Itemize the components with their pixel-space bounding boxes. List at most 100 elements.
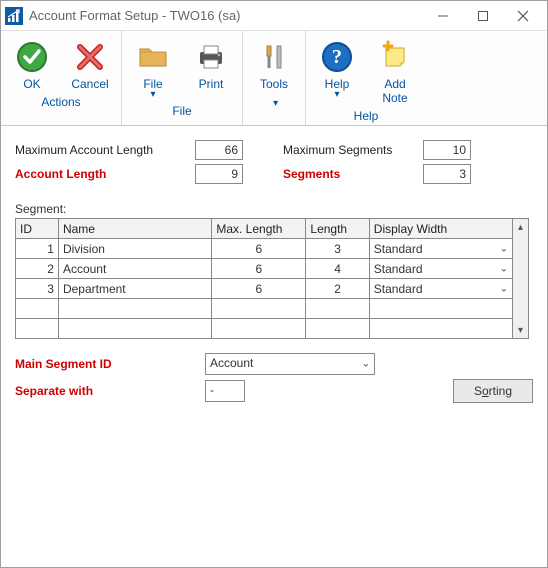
ok-label: OK	[23, 77, 40, 91]
scroll-down-icon[interactable]: ▾	[514, 322, 528, 338]
cell-disp[interactable]: Standard⌄	[369, 259, 512, 279]
cell-disp[interactable]	[369, 299, 512, 319]
check-icon	[14, 39, 50, 75]
group-title-actions: Actions	[5, 95, 117, 109]
cell-len[interactable]: 4	[306, 259, 369, 279]
separate-with-label: Separate with	[15, 384, 205, 398]
tools-label: Tools	[260, 77, 288, 91]
cell-len[interactable]	[306, 319, 369, 339]
chevron-down-icon: ⌄	[500, 263, 508, 274]
max-segments-label: Maximum Segments	[283, 143, 423, 157]
cell-name[interactable]: Account	[58, 259, 211, 279]
cell-len[interactable]	[306, 299, 369, 319]
ribbon-group-help: ? Help ▾ Add Note Help	[306, 31, 426, 125]
chevron-down-icon: ⌄	[500, 283, 508, 294]
help-icon: ?	[319, 39, 355, 75]
table-row[interactable]	[16, 319, 513, 339]
chevron-down-icon: ⌄	[362, 359, 370, 370]
cell-name[interactable]: Division	[58, 239, 211, 259]
cell-disp[interactable]: Standard⌄	[369, 239, 512, 259]
max-account-length-value: 66	[195, 140, 243, 160]
minimize-button[interactable]	[423, 2, 463, 30]
col-header-len[interactable]: Length	[306, 219, 369, 239]
table-scrollbar[interactable]: ▴ ▾	[513, 218, 529, 339]
ribbon-group-tools: Tools ▾	[243, 31, 306, 125]
group-title-tools: ▾	[247, 95, 301, 109]
cell-disp[interactable]	[369, 319, 512, 339]
cell-max[interactable]: 6	[212, 259, 306, 279]
chevron-down-icon: ▾	[150, 89, 155, 100]
segment-table-wrap: ID Name Max. Length Length Display Width…	[15, 218, 533, 339]
window-controls	[423, 2, 543, 30]
cell-id[interactable]: 1	[16, 239, 59, 259]
window-title: Account Format Setup - TWO16 (sa)	[29, 8, 423, 23]
app-window: Account Format Setup - TWO16 (sa) OK	[0, 0, 548, 568]
max-account-length-label: Maximum Account Length	[15, 143, 195, 157]
cancel-button[interactable]: Cancel	[63, 35, 117, 93]
cancel-label: Cancel	[71, 77, 108, 91]
col-header-disp[interactable]: Display Width	[369, 219, 512, 239]
cell-max[interactable]: 6	[212, 279, 306, 299]
account-length-label: Account Length	[15, 167, 195, 181]
chevron-down-icon: ▾	[334, 89, 339, 100]
col-header-name[interactable]: Name	[58, 219, 211, 239]
cell-len[interactable]: 2	[306, 279, 369, 299]
svg-text:?: ?	[332, 46, 342, 68]
group-title-file: File	[126, 104, 238, 118]
print-label: Print	[199, 77, 224, 91]
maximize-button[interactable]	[463, 2, 503, 30]
cell-max[interactable]: 6	[212, 239, 306, 259]
segment-section-label: Segment:	[15, 202, 533, 216]
cell-id[interactable]	[16, 319, 59, 339]
ribbon-group-file: File ▾ Print File	[122, 31, 243, 125]
segment-table: ID Name Max. Length Length Display Width…	[15, 218, 513, 339]
cell-name[interactable]	[58, 299, 211, 319]
cell-name[interactable]	[58, 319, 211, 339]
col-header-id[interactable]: ID	[16, 219, 59, 239]
sorting-button[interactable]: Sorting	[453, 379, 533, 403]
tools-button[interactable]: Tools	[247, 35, 301, 93]
cell-id[interactable]: 2	[16, 259, 59, 279]
print-button[interactable]: Print	[184, 35, 238, 102]
main-segment-value: Account	[210, 356, 253, 370]
tools-icon	[256, 39, 292, 75]
segments-label: Segments	[283, 167, 423, 181]
separate-with-input[interactable]: -	[205, 380, 245, 402]
ribbon-toolbar: OK Cancel Actions File ▾	[1, 31, 547, 126]
segments-input[interactable]: 3	[423, 164, 471, 184]
app-icon	[5, 7, 23, 25]
cell-id[interactable]: 3	[16, 279, 59, 299]
cell-max[interactable]	[212, 319, 306, 339]
cell-len[interactable]: 3	[306, 239, 369, 259]
x-red-icon	[72, 39, 108, 75]
ribbon-group-actions: OK Cancel Actions	[1, 31, 122, 125]
scroll-up-icon[interactable]: ▴	[514, 219, 528, 235]
account-length-input[interactable]: 9	[195, 164, 243, 184]
table-row[interactable]: 2Account64Standard⌄	[16, 259, 513, 279]
main-segment-label: Main Segment ID	[15, 357, 205, 371]
cell-id[interactable]	[16, 299, 59, 319]
printer-icon	[193, 39, 229, 75]
file-button[interactable]: File ▾	[126, 35, 180, 102]
max-segments-value: 10	[423, 140, 471, 160]
cell-disp[interactable]: Standard⌄	[369, 279, 512, 299]
group-title-help: Help	[310, 109, 422, 123]
main-segment-combo[interactable]: Account ⌄	[205, 353, 375, 375]
chevron-down-icon: ⌄	[500, 243, 508, 254]
table-row[interactable]: 1Division63Standard⌄	[16, 239, 513, 259]
col-header-max[interactable]: Max. Length	[212, 219, 306, 239]
add-note-label: Add Note	[370, 77, 420, 105]
titlebar: Account Format Setup - TWO16 (sa)	[1, 1, 547, 31]
content-area: Maximum Account Length 66 Maximum Segmen…	[1, 126, 547, 415]
table-row[interactable]: 3Department62Standard⌄	[16, 279, 513, 299]
lower-section: Main Segment ID Account ⌄ Separate with …	[15, 353, 533, 403]
add-note-button[interactable]: Add Note	[368, 35, 422, 107]
cell-name[interactable]: Department	[58, 279, 211, 299]
help-button[interactable]: ? Help ▾	[310, 35, 364, 107]
close-button[interactable]	[503, 2, 543, 30]
table-row[interactable]	[16, 299, 513, 319]
note-icon	[377, 39, 413, 75]
folder-icon	[135, 39, 171, 75]
ok-button[interactable]: OK	[5, 35, 59, 93]
cell-max[interactable]	[212, 299, 306, 319]
